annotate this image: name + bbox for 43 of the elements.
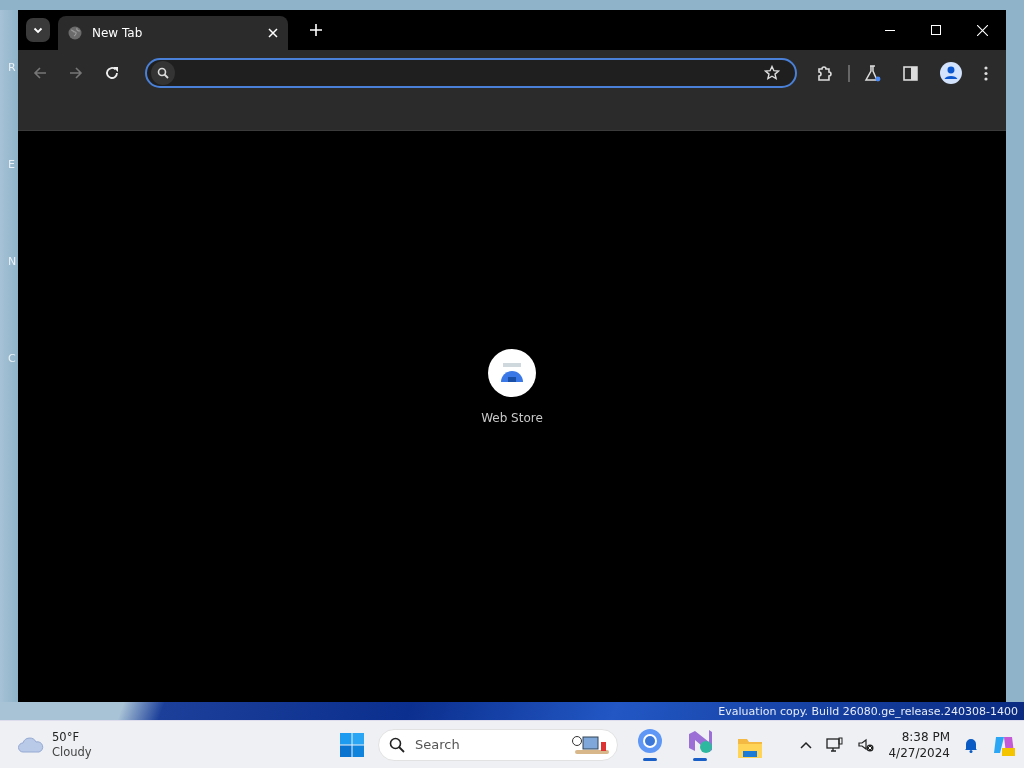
maximize-icon[interactable] <box>931 25 941 35</box>
desktop-icon-label: N <box>7 255 18 268</box>
store-icon <box>500 361 524 384</box>
globe-icon <box>68 26 82 40</box>
temperature: 50°F <box>52 729 80 745</box>
tab-search-button[interactable] <box>26 18 50 42</box>
side-panel-icon[interactable] <box>903 65 919 81</box>
notification-bell-icon[interactable] <box>964 736 978 753</box>
studio-app-icon[interactable] <box>687 728 713 754</box>
close-icon[interactable] <box>977 24 988 36</box>
chevron-up-icon[interactable] <box>800 740 813 749</box>
browser-tab[interactable]: New Tab <box>58 16 288 50</box>
close-tab-icon[interactable] <box>268 28 278 38</box>
web-store-shortcut[interactable] <box>488 348 536 397</box>
cloud-icon <box>18 736 44 753</box>
desktop-icon-label: R <box>7 61 17 74</box>
network-icon[interactable] <box>826 736 845 753</box>
forward-icon[interactable] <box>68 66 83 80</box>
new-tab-icon[interactable] <box>310 24 322 36</box>
reload-icon[interactable] <box>104 66 119 80</box>
weather-condition: Cloudy <box>52 744 92 760</box>
extensions-icon[interactable] <box>817 64 835 82</box>
start-icon[interactable] <box>340 732 364 757</box>
back-icon[interactable] <box>33 66 47 80</box>
desktop-icon-label: C <box>7 352 17 365</box>
search-icon <box>389 736 405 753</box>
taskbar-search-field[interactable]: Search <box>378 728 618 761</box>
menu-icon[interactable] <box>984 65 988 81</box>
search-icon <box>156 67 169 79</box>
minimize-icon[interactable] <box>885 29 895 31</box>
folder-icon[interactable] <box>737 737 763 759</box>
profile-avatar-icon[interactable] <box>940 62 962 84</box>
shortcut-label: Web Store <box>481 410 543 425</box>
muted-speaker-icon[interactable] <box>858 737 875 752</box>
evaluation-notice: Evaluation copy. Build 26080.ge_release.240308-1400 <box>718 704 1018 718</box>
address-bar[interactable] <box>144 58 798 88</box>
desktop-icon-label: E <box>7 158 16 171</box>
clock[interactable]: 8:38 PM 4/27/2024 <box>888 728 950 761</box>
browser-app-icon[interactable] <box>637 728 663 754</box>
flask-icon[interactable] <box>864 64 882 82</box>
tab-title: New Tab <box>92 26 144 40</box>
desk-illustration-icon <box>571 733 611 756</box>
bookmark-star-icon[interactable] <box>764 65 781 81</box>
